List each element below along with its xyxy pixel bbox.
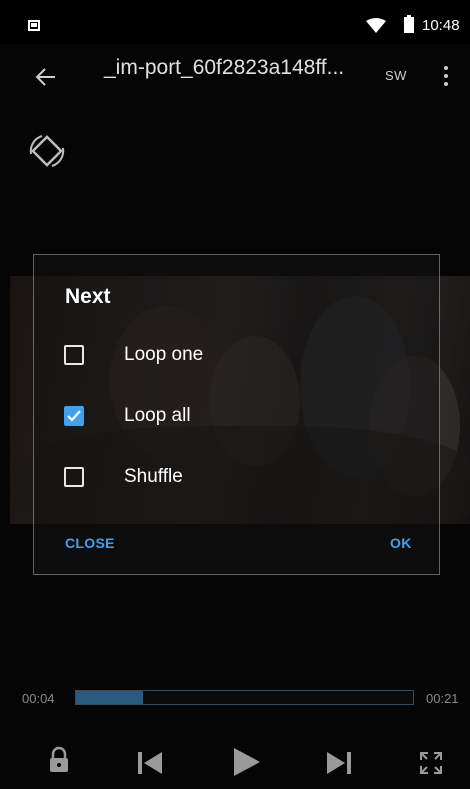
option-label: Loop all <box>124 405 191 426</box>
more-options-icon[interactable] <box>442 64 450 88</box>
battery-icon <box>404 15 414 33</box>
option-loop-all[interactable]: Loop all <box>64 396 394 436</box>
video-player-screen: 10:48 _im-port_60f2823a148ff... SW Next … <box>0 0 470 789</box>
checkmark-icon <box>67 410 81 422</box>
play-icon[interactable] <box>234 748 260 776</box>
dialog-title: Next <box>65 285 111 308</box>
close-button[interactable]: CLOSE <box>65 535 115 551</box>
screen-rotation-icon[interactable] <box>28 132 66 170</box>
notification-icon <box>28 20 40 31</box>
loop-one-checkbox[interactable] <box>64 345 84 365</box>
option-shuffle[interactable]: Shuffle <box>64 457 394 497</box>
video-title: _im-port_60f2823a148ff... <box>104 56 345 79</box>
fullscreen-icon[interactable] <box>419 751 443 775</box>
next-mode-dialog: Next Loop one Loop all Shuffle CLOSE OK <box>33 254 440 575</box>
back-arrow-icon[interactable] <box>33 64 59 90</box>
skip-previous-icon[interactable] <box>138 752 162 774</box>
option-loop-one[interactable]: Loop one <box>64 335 394 375</box>
current-time: 00:04 <box>22 691 55 706</box>
skip-next-icon[interactable] <box>327 752 351 774</box>
shuffle-checkbox[interactable] <box>64 467 84 487</box>
option-label: Shuffle <box>124 466 183 487</box>
status-time: 10:48 <box>422 17 460 34</box>
ok-button[interactable]: OK <box>390 535 412 551</box>
lock-icon[interactable] <box>48 746 70 774</box>
seek-progress <box>76 691 144 704</box>
total-time: 00:21 <box>426 691 459 706</box>
option-label: Loop one <box>124 344 204 365</box>
loop-all-checkbox[interactable] <box>64 406 84 426</box>
seek-bar[interactable] <box>75 690 414 705</box>
status-bar: 10:48 <box>0 0 470 44</box>
sw-decoder-button[interactable]: SW <box>385 68 407 83</box>
wifi-icon <box>366 18 386 33</box>
